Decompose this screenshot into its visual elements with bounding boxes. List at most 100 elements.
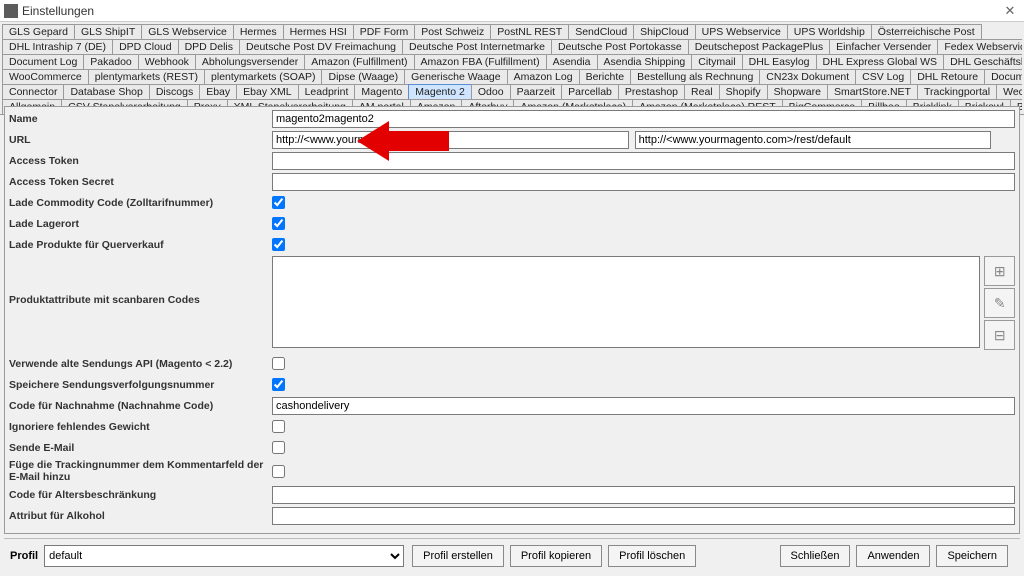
tab-dhl-intraship-7-de-[interactable]: DHL Intraship 7 (DE)	[2, 39, 113, 54]
tab-shopify[interactable]: Shopify	[719, 84, 768, 99]
sende-email-checkbox[interactable]	[272, 441, 285, 454]
tab-dipse-waage-[interactable]: Dipse (Waage)	[321, 69, 405, 84]
tab-csv-log[interactable]: CSV Log	[855, 69, 911, 84]
tab-cn23x-dokument[interactable]: CN23x Dokument	[759, 69, 856, 84]
tab-berichte[interactable]: Berichte	[579, 69, 632, 84]
url-placeholder-input[interactable]	[635, 131, 992, 149]
anwenden-button[interactable]: Anwenden	[856, 545, 930, 567]
url-input[interactable]	[272, 131, 629, 149]
tab-deutsche-post-internetmarke[interactable]: Deutsche Post Internetmarke	[402, 39, 552, 54]
tab-fedex-webservice[interactable]: Fedex Webservice	[937, 39, 1022, 54]
tab-prestashop[interactable]: Prestashop	[618, 84, 685, 99]
label-verwende-alte: Verwende alte Sendungs API (Magento < 2.…	[9, 358, 272, 370]
tab-paarzeit[interactable]: Paarzeit	[510, 84, 563, 99]
close-icon[interactable]: ✕	[1000, 3, 1020, 19]
tab-magento-2[interactable]: Magento 2	[408, 84, 472, 99]
tab-hermes-hsi[interactable]: Hermes HSI	[283, 24, 354, 39]
tab-weclapp[interactable]: Weclapp	[996, 84, 1022, 99]
tab-post-schweiz[interactable]: Post Schweiz	[414, 24, 491, 39]
tab-dhl-gesch-ftskundenversand[interactable]: DHL Geschäftskundenversand	[943, 54, 1022, 69]
tab-asendia[interactable]: Asendia	[546, 54, 598, 69]
tab-ebay-xml[interactable]: Ebay XML	[236, 84, 298, 99]
tab-asendia-shipping[interactable]: Asendia Shipping	[597, 54, 693, 69]
tab-ups-worldship[interactable]: UPS Worldship	[787, 24, 872, 39]
tab-ebay[interactable]: Ebay	[199, 84, 237, 99]
ignoriere-gewicht-checkbox[interactable]	[272, 420, 285, 433]
tab-generische-waage[interactable]: Generische Waage	[404, 69, 508, 84]
tab-dhl-express-global-ws[interactable]: DHL Express Global WS	[816, 54, 945, 69]
lade-lagerort-checkbox[interactable]	[272, 217, 285, 230]
tab-gls-webservice[interactable]: GLS Webservice	[141, 24, 234, 39]
tab-dhl-retoure[interactable]: DHL Retoure	[910, 69, 985, 84]
tab-dpd-cloud[interactable]: DPD Cloud	[112, 39, 179, 54]
tab-deutsche-post-dv-freimachung[interactable]: Deutsche Post DV Freimachung	[239, 39, 403, 54]
tab-gls-shipit[interactable]: GLS ShipIT	[74, 24, 142, 39]
label-access-token-secret: Access Token Secret	[9, 176, 272, 188]
tab-pdf-form[interactable]: PDF Form	[353, 24, 415, 39]
tab-deutsche-post-portokasse[interactable]: Deutsche Post Portokasse	[551, 39, 689, 54]
verwende-alte-checkbox[interactable]	[272, 357, 285, 370]
code-nachnahme-input[interactable]	[272, 397, 1015, 415]
name-input[interactable]	[272, 110, 1015, 128]
speichere-tracking-checkbox[interactable]	[272, 378, 285, 391]
tab-smartstore-net[interactable]: SmartStore.NET	[827, 84, 918, 99]
lade-commodity-checkbox[interactable]	[272, 196, 285, 209]
tab-amazon-fba-fulfillment-[interactable]: Amazon FBA (Fulfillment)	[414, 54, 547, 69]
code-alters-input[interactable]	[272, 486, 1015, 504]
tab-connector[interactable]: Connector	[2, 84, 64, 99]
tab-shopware[interactable]: Shopware	[767, 84, 828, 99]
profil-label: Profil	[10, 550, 38, 562]
tab-plentymarkets-soap-[interactable]: plentymarkets (SOAP)	[204, 69, 322, 84]
tab-dpd-delis[interactable]: DPD Delis	[178, 39, 240, 54]
tab-gls-gepard[interactable]: GLS Gepard	[2, 24, 75, 39]
lade-produkte-checkbox[interactable]	[272, 238, 285, 251]
add-icon[interactable]: ⊞	[984, 256, 1015, 286]
schliessen-button[interactable]: Schließen	[780, 545, 851, 567]
tab-magento[interactable]: Magento	[354, 84, 409, 99]
tab-document-downloader[interactable]: Document Downloader	[984, 69, 1022, 84]
label-sende-email: Sende E-Mail	[9, 442, 272, 454]
attribut-alkohol-input[interactable]	[272, 507, 1015, 525]
footer-bar: Profil default Profil erstellen Profil k…	[4, 538, 1020, 572]
tab-shipcloud[interactable]: ShipCloud	[633, 24, 695, 39]
tab-abholungsversender[interactable]: Abholungsversender	[195, 54, 305, 69]
tab-postnl-rest[interactable]: PostNL REST	[490, 24, 569, 39]
label-lade-commodity: Lade Commodity Code (Zolltarifnummer)	[9, 197, 272, 209]
tab-amazon-log[interactable]: Amazon Log	[507, 69, 580, 84]
profil-select[interactable]: default	[44, 545, 404, 567]
tab-parcellab[interactable]: Parcellab	[561, 84, 619, 99]
tab-einfacher-versender[interactable]: Einfacher Versender	[829, 39, 938, 54]
speichern-button[interactable]: Speichern	[936, 545, 1008, 567]
profil-erstellen-button[interactable]: Profil erstellen	[412, 545, 504, 567]
tab-ups-webservice[interactable]: UPS Webservice	[695, 24, 788, 39]
tab-trackingportal[interactable]: Trackingportal	[917, 84, 997, 99]
tab-hermes[interactable]: Hermes	[233, 24, 284, 39]
tab-odoo[interactable]: Odoo	[471, 84, 511, 99]
remove-icon[interactable]: ⊟	[984, 320, 1015, 350]
label-url: URL	[9, 134, 272, 146]
tab-deutschepost-packageplus[interactable]: Deutschepost PackagePlus	[688, 39, 830, 54]
profil-loeschen-button[interactable]: Profil löschen	[608, 545, 696, 567]
tab-amazon-fulfillment-[interactable]: Amazon (Fulfillment)	[304, 54, 414, 69]
tab-woocommerce[interactable]: WooCommerce	[2, 69, 89, 84]
tab-bestellung-als-rechnung[interactable]: Bestellung als Rechnung	[630, 69, 760, 84]
tab-leadprint[interactable]: Leadprint	[298, 84, 356, 99]
tab-real[interactable]: Real	[684, 84, 720, 99]
tab-pakadoo[interactable]: Pakadoo	[83, 54, 138, 69]
tab-document-log[interactable]: Document Log	[2, 54, 84, 69]
label-attribut-alkohol: Attribut für Alkohol	[9, 510, 272, 522]
access-token-secret-input[interactable]	[272, 173, 1015, 191]
tab-database-shop[interactable]: Database Shop	[63, 84, 149, 99]
tab-citymail[interactable]: Citymail	[691, 54, 742, 69]
fuege-tracking-checkbox[interactable]	[272, 465, 285, 478]
tab-discogs[interactable]: Discogs	[149, 84, 200, 99]
produktattribute-textarea[interactable]	[272, 256, 980, 348]
tab-sendcloud[interactable]: SendCloud	[568, 24, 634, 39]
edit-icon[interactable]: ✎	[984, 288, 1015, 318]
access-token-input[interactable]	[272, 152, 1015, 170]
tab-plentymarkets-rest-[interactable]: plentymarkets (REST)	[88, 69, 205, 84]
profil-kopieren-button[interactable]: Profil kopieren	[510, 545, 602, 567]
tab-webhook[interactable]: Webhook	[138, 54, 196, 69]
tab-dhl-easylog[interactable]: DHL Easylog	[742, 54, 817, 69]
tab--sterreichische-post[interactable]: Österreichische Post	[871, 24, 982, 39]
